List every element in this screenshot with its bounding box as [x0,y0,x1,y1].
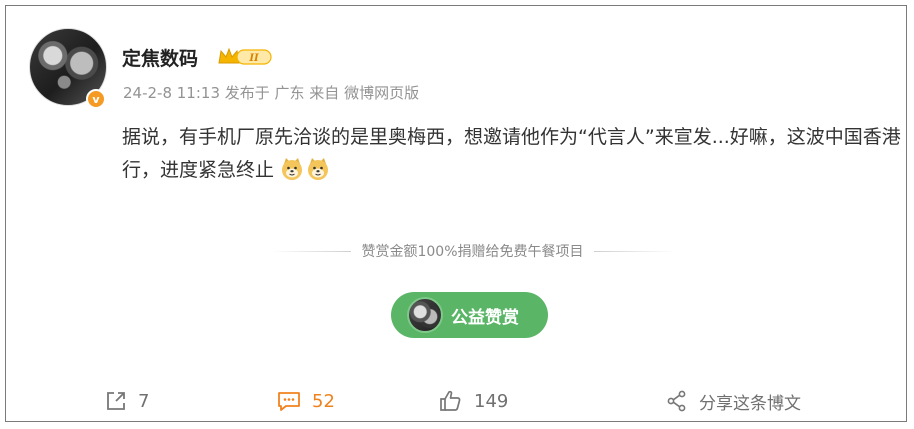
charity-reward-button[interactable]: 公益赞赏 [391,292,548,338]
reward-caption-row: 赞赏金额100%捐赠给免费午餐项目 [270,239,675,263]
repost-count: 7 [138,390,150,412]
divider-right [593,250,675,252]
reward-avatar [407,297,443,333]
vip-level: II [248,53,259,64]
post-content: 据说，有手机厂原先洽谈的是里奥梅西，想邀请他作为“代言人”来宣发...好嘛，这波… [122,121,902,187]
weibo-post-card: v 定焦数码 II 24-2-8 11:13 发布于 广东 来自 微博网页版 据… [5,5,907,422]
like-button[interactable]: 149 [438,387,508,415]
divider-left [270,250,352,252]
verified-badge-icon: v [86,89,106,109]
like-count: 149 [474,390,509,412]
thumbs-up-icon [440,390,461,411]
post-meta: 24-2-8 11:13 发布于 广东 来自 微博网页版 [123,84,420,102]
repost-button[interactable]: 7 [104,387,149,415]
reward-caption: 赞赏金额100%捐赠给免费午餐项目 [361,244,584,260]
doge-emoji-icon [282,158,303,180]
author-name[interactable]: 定焦数码 [122,44,198,71]
comment-icon [278,392,300,411]
share-label: 分享这条博文 [699,393,801,414]
reward-button-label: 公益赞赏 [451,307,519,328]
comment-button[interactable]: 52 [276,387,335,415]
vip-crown-badge-icon[interactable]: II [217,46,273,68]
share-button[interactable]: 分享这条博文 [665,387,801,415]
repost-icon [107,392,125,410]
comment-count: 52 [312,390,335,412]
post-text: 据说，有手机厂原先洽谈的是里奥梅西，想邀请他作为“代言人”来宣发...好嘛，这波… [122,126,901,181]
share-icon [667,390,686,412]
doge-emoji-icon [308,158,329,180]
